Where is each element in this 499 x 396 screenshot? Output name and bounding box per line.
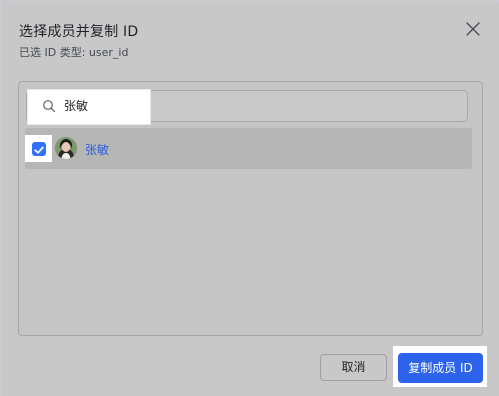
- dialog-title: 选择成员并复制 ID: [19, 24, 139, 40]
- search-input[interactable]: [64, 98, 144, 112]
- member-name[interactable]: 张敏: [85, 141, 109, 158]
- member-row[interactable]: 张敏: [25, 128, 472, 169]
- search-input-highlight[interactable]: [27, 89, 151, 125]
- close-icon: [466, 22, 480, 36]
- avatar: [55, 137, 77, 159]
- dialog-subtitle: 已选 ID 类型: user_id: [19, 46, 129, 59]
- app-frame: 选择成员并复制 ID 已选 ID 类型: user_id 张敏 张敏 取消 复制…: [0, 0, 499, 396]
- cancel-button[interactable]: 取消: [320, 354, 387, 381]
- member-checkbox[interactable]: [32, 142, 46, 156]
- checkmark-icon: [34, 146, 44, 154]
- avatar-image: [55, 137, 77, 159]
- search-icon: [43, 100, 56, 113]
- search-box: [26, 89, 468, 125]
- copy-member-id-button[interactable]: 复制成员 ID: [398, 353, 483, 383]
- select-member-dialog: 选择成员并复制 ID 已选 ID 类型: user_id: [2, 2, 499, 396]
- close-button[interactable]: [464, 20, 482, 38]
